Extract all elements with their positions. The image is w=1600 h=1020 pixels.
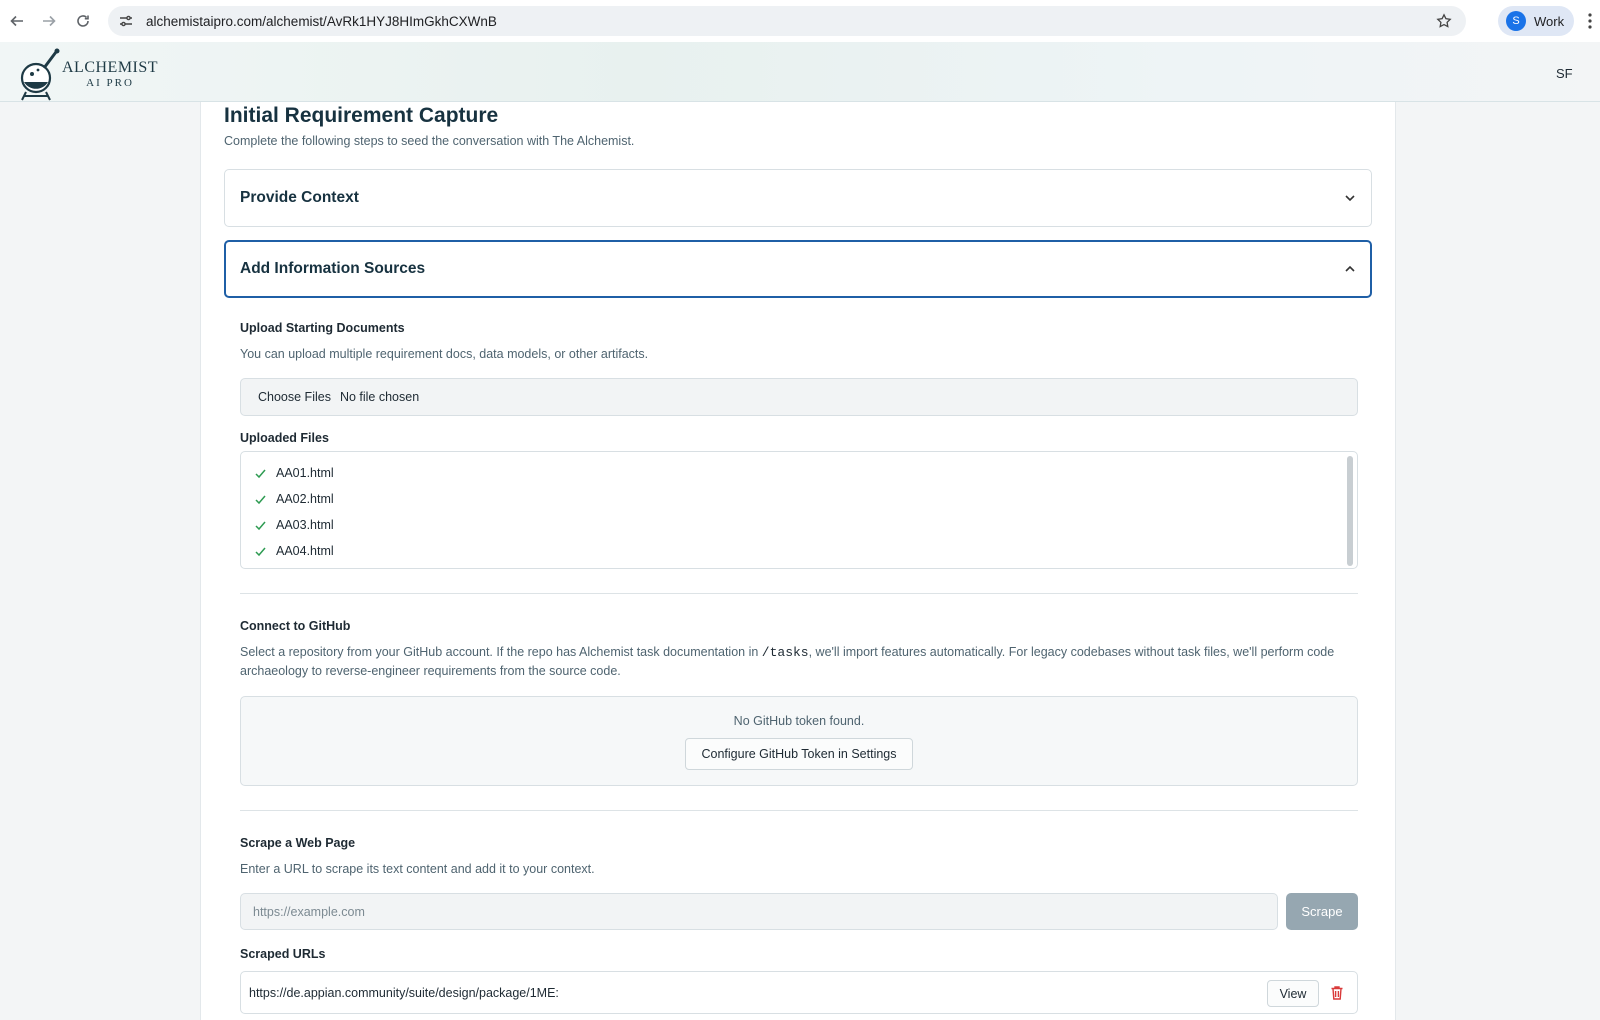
scraped-url: https://de.appian.community/suite/design… — [249, 985, 559, 1000]
page-title: Initial Requirement Capture — [224, 104, 499, 127]
github-label: Connect to GitHub — [240, 619, 351, 633]
section-divider — [240, 810, 1358, 811]
profile-label: Work — [1534, 13, 1565, 29]
bookmark-star-icon[interactable] — [1436, 13, 1452, 29]
file-name: AA02.html — [276, 492, 334, 506]
reload-icon[interactable] — [66, 4, 100, 38]
profile-avatar: S — [1506, 11, 1526, 31]
user-menu[interactable]: SF — [1556, 66, 1573, 81]
no-token-message: No GitHub token found. — [733, 714, 865, 728]
page-subtitle: Complete the following steps to seed the… — [224, 134, 635, 148]
accordion-title: Provide Context — [240, 189, 359, 206]
file-upload-input[interactable]: Choose Files No file chosen — [240, 378, 1358, 416]
profile-button[interactable]: S Work — [1498, 6, 1574, 36]
chevron-up-icon — [1345, 265, 1355, 272]
accordion-title: Add Information Sources — [240, 260, 426, 277]
app-header: ALCHEMIST AI PRO SF — [0, 42, 1600, 102]
file-name: AA03.html — [276, 518, 334, 532]
list-item: AA02.html — [241, 486, 1357, 512]
check-icon — [255, 547, 266, 556]
section-divider — [240, 593, 1358, 594]
check-icon — [255, 469, 266, 478]
upload-label: Upload Starting Documents — [240, 321, 405, 335]
list-item: AA01.html — [241, 460, 1357, 486]
back-icon[interactable] — [0, 4, 34, 38]
check-icon — [255, 521, 266, 530]
url-text: alchemistaipro.com/alchemist/AvRk1HYJ8HI… — [146, 13, 497, 29]
uploaded-files-list: AA01.html AA02.html AA03.html AA04.html — [240, 451, 1358, 569]
list-item: AA03.html — [241, 512, 1357, 538]
check-icon — [255, 495, 266, 504]
accordion-provide-context[interactable]: Provide Context — [224, 169, 1372, 227]
scraped-url-row: https://de.appian.community/suite/design… — [240, 971, 1358, 1014]
scrape-button[interactable]: Scrape — [1286, 893, 1358, 930]
address-bar[interactable]: alchemistaipro.com/alchemist/AvRk1HYJ8HI… — [108, 6, 1466, 36]
scrape-label: Scrape a Web Page — [240, 836, 356, 850]
list-item: AA04.html — [241, 538, 1357, 564]
view-button[interactable]: View — [1267, 980, 1319, 1007]
requirement-capture-card: Initial Requirement Capture Complete the… — [200, 102, 1396, 1020]
file-name: AA04.html — [276, 544, 334, 558]
tasks-path: /tasks — [761, 645, 809, 660]
app-logo[interactable]: ALCHEMIST AI PRO — [16, 46, 158, 102]
scraped-urls-label: Scraped URLs — [240, 947, 326, 961]
github-description: Select a repository from your GitHub acc… — [240, 643, 1350, 681]
github-token-box: No GitHub token found. Configure GitHub … — [240, 696, 1358, 786]
scrape-description: Enter a URL to scrape its text content a… — [240, 862, 595, 876]
forward-icon[interactable] — [32, 4, 66, 38]
file-name: AA01.html — [276, 466, 334, 480]
scrape-url-input[interactable]: https://example.com — [240, 893, 1278, 930]
alembic-logo-icon — [20, 48, 60, 101]
logo-line1: ALCHEMIST — [62, 58, 159, 76]
choose-files-button[interactable]: Choose Files — [258, 390, 331, 404]
upload-description: You can upload multiple requirement docs… — [240, 347, 649, 361]
uploaded-files-label: Uploaded Files — [240, 431, 329, 445]
file-status: No file chosen — [339, 390, 420, 404]
configure-github-token-button[interactable]: Configure GitHub Token in Settings — [685, 738, 913, 770]
github-desc-text: Select a repository from your GitHub acc… — [240, 645, 762, 659]
site-settings-icon[interactable] — [118, 13, 134, 29]
accordion-add-information-sources[interactable]: Add Information Sources — [224, 240, 1372, 298]
browser-toolbar: alchemistaipro.com/alchemist/AvRk1HYJ8HI… — [0, 0, 1600, 42]
trash-icon[interactable] — [1330, 985, 1344, 1001]
browser-menu-icon[interactable] — [1584, 12, 1596, 30]
logo-line2: AI PRO — [86, 76, 134, 89]
files-scrollbar[interactable] — [1347, 456, 1353, 566]
chevron-down-icon — [1345, 195, 1355, 202]
